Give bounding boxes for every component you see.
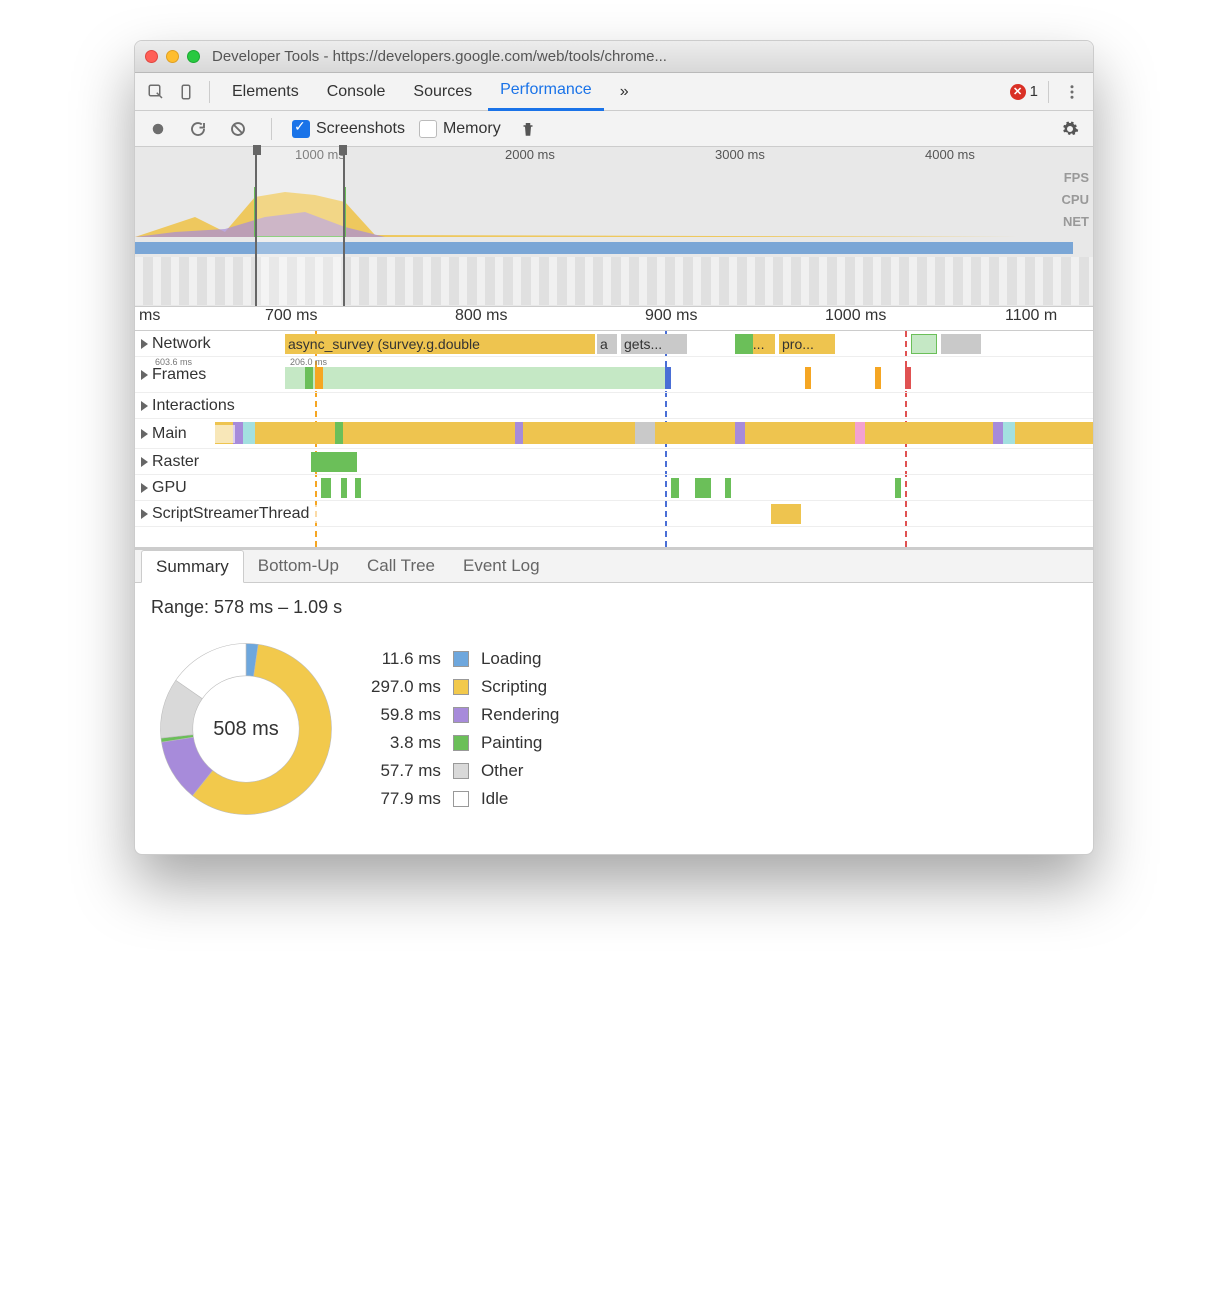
overview-selection[interactable]: [255, 147, 345, 306]
script-bar[interactable]: [771, 504, 801, 524]
gpu-bar[interactable]: [695, 478, 711, 498]
zoom-window-button[interactable]: [187, 50, 200, 63]
main-thread-track[interactable]: [135, 419, 1093, 448]
tab-elements[interactable]: Elements: [220, 73, 311, 110]
summary-legend: 11.6 msLoading 297.0 msScripting 59.8 ms…: [371, 649, 559, 809]
gpu-bar[interactable]: [895, 478, 901, 498]
gpu-bar[interactable]: [341, 478, 347, 498]
minimize-window-button[interactable]: [166, 50, 179, 63]
close-window-button[interactable]: [145, 50, 158, 63]
detail-tab-summary[interactable]: Summary: [141, 550, 244, 583]
swatch-scripting: [453, 679, 469, 695]
perf-toolbar: Screenshots Memory: [135, 111, 1093, 147]
swatch-rendering: [453, 707, 469, 723]
clear-button[interactable]: [225, 116, 251, 142]
titlebar: Developer Tools - https://developers.goo…: [135, 41, 1093, 73]
track-frames[interactable]: Frames 603.6 ms 206.0 ms: [135, 357, 1093, 393]
detail-tab-calltree[interactable]: Call Tree: [353, 550, 449, 582]
device-toolbar-icon[interactable]: [173, 79, 199, 105]
donut-total: 508 ms: [151, 634, 341, 824]
selection-handle-left[interactable]: [253, 145, 261, 155]
disclosure-icon: [141, 370, 148, 380]
frame-bar[interactable]: [305, 367, 313, 389]
swatch-painting: [453, 735, 469, 751]
track-main[interactable]: Main: [135, 419, 1093, 449]
track-interactions[interactable]: Interactions: [135, 393, 1093, 419]
tab-performance[interactable]: Performance: [488, 73, 604, 111]
track-raster[interactable]: Raster: [135, 449, 1093, 475]
error-icon: ✕: [1010, 84, 1026, 100]
network-bar[interactable]: [941, 334, 981, 354]
summary-donut-chart: 508 ms: [151, 634, 341, 824]
selection-handle-right[interactable]: [339, 145, 347, 155]
disclosure-icon: [141, 509, 148, 519]
detail-tabs: Summary Bottom-Up Call Tree Event Log: [135, 547, 1093, 583]
separator: [271, 118, 272, 140]
gpu-bar[interactable]: [355, 478, 361, 498]
record-button[interactable]: [145, 116, 171, 142]
settings-gear-icon[interactable]: [1057, 116, 1083, 142]
reload-record-button[interactable]: [185, 116, 211, 142]
frame-bar[interactable]: [875, 367, 881, 389]
frame-bar[interactable]: [905, 367, 911, 389]
tab-sources[interactable]: Sources: [401, 73, 484, 110]
disclosure-icon: [141, 401, 148, 411]
checkbox-checked-icon: [292, 120, 310, 138]
detail-tab-eventlog[interactable]: Event Log: [449, 550, 554, 582]
kebab-menu-icon[interactable]: [1059, 79, 1085, 105]
frame-bar[interactable]: [315, 367, 323, 389]
timeline-ruler[interactable]: ms 700 ms 800 ms 900 ms 1000 ms 1100 m: [135, 307, 1093, 331]
track-network[interactable]: Network async_survey (survey.g.double a …: [135, 331, 1093, 357]
track-scriptstreamer[interactable]: ScriptStreamerThread: [135, 501, 1093, 527]
swatch-idle: [453, 791, 469, 807]
tab-console[interactable]: Console: [315, 73, 398, 110]
screenshots-checkbox[interactable]: Screenshots: [292, 120, 405, 138]
disclosure-icon: [141, 483, 148, 493]
network-bar[interactable]: gets...: [621, 334, 687, 354]
overview-panel[interactable]: 1000 ms 2000 ms 3000 ms 4000 ms FPS CPU …: [135, 147, 1093, 307]
network-bar[interactable]: [911, 334, 937, 354]
gpu-bar[interactable]: [671, 478, 679, 498]
flame-chart[interactable]: Network async_survey (survey.g.double a …: [135, 331, 1093, 547]
error-count: 1: [1030, 83, 1038, 100]
garbage-collect-icon[interactable]: [515, 116, 541, 142]
window-title: Developer Tools - https://developers.goo…: [212, 48, 1083, 65]
traffic-lights: [145, 50, 200, 63]
frame-bar[interactable]: [665, 367, 671, 389]
disclosure-icon: [141, 457, 148, 467]
detail-tab-bottomup[interactable]: Bottom-Up: [244, 550, 353, 582]
gpu-bar[interactable]: [321, 478, 331, 498]
swatch-other: [453, 763, 469, 779]
memory-checkbox[interactable]: Memory: [419, 120, 501, 138]
error-badge[interactable]: ✕ 1: [1010, 83, 1038, 100]
inspect-element-icon[interactable]: [143, 79, 169, 105]
disclosure-icon: [141, 429, 148, 439]
summary-range: Range: 578 ms – 1.09 s: [151, 597, 1077, 618]
gpu-bar[interactable]: [725, 478, 731, 498]
disclosure-icon: [141, 339, 148, 349]
checkbox-unchecked-icon: [419, 120, 437, 138]
separator: [1048, 81, 1049, 103]
frame-bar[interactable]: [285, 367, 665, 389]
separator: [209, 81, 210, 103]
tab-more[interactable]: »: [608, 73, 641, 110]
overview-labels: FPS CPU NET: [1062, 167, 1089, 233]
network-bar[interactable]: pro...: [779, 334, 835, 354]
frame-bar[interactable]: [805, 367, 811, 389]
raster-bar[interactable]: [311, 452, 357, 472]
network-bar[interactable]: a: [597, 334, 617, 354]
swatch-loading: [453, 651, 469, 667]
main-tabs: Elements Console Sources Performance » ✕…: [135, 73, 1093, 111]
track-gpu[interactable]: GPU: [135, 475, 1093, 501]
network-bar[interactable]: [735, 334, 753, 354]
summary-pane: Range: 578 ms – 1.09 s 508 ms 11.6 msLoa…: [135, 583, 1093, 854]
devtools-window: Developer Tools - https://developers.goo…: [134, 40, 1094, 855]
network-bar[interactable]: async_survey (survey.g.double: [285, 334, 595, 354]
